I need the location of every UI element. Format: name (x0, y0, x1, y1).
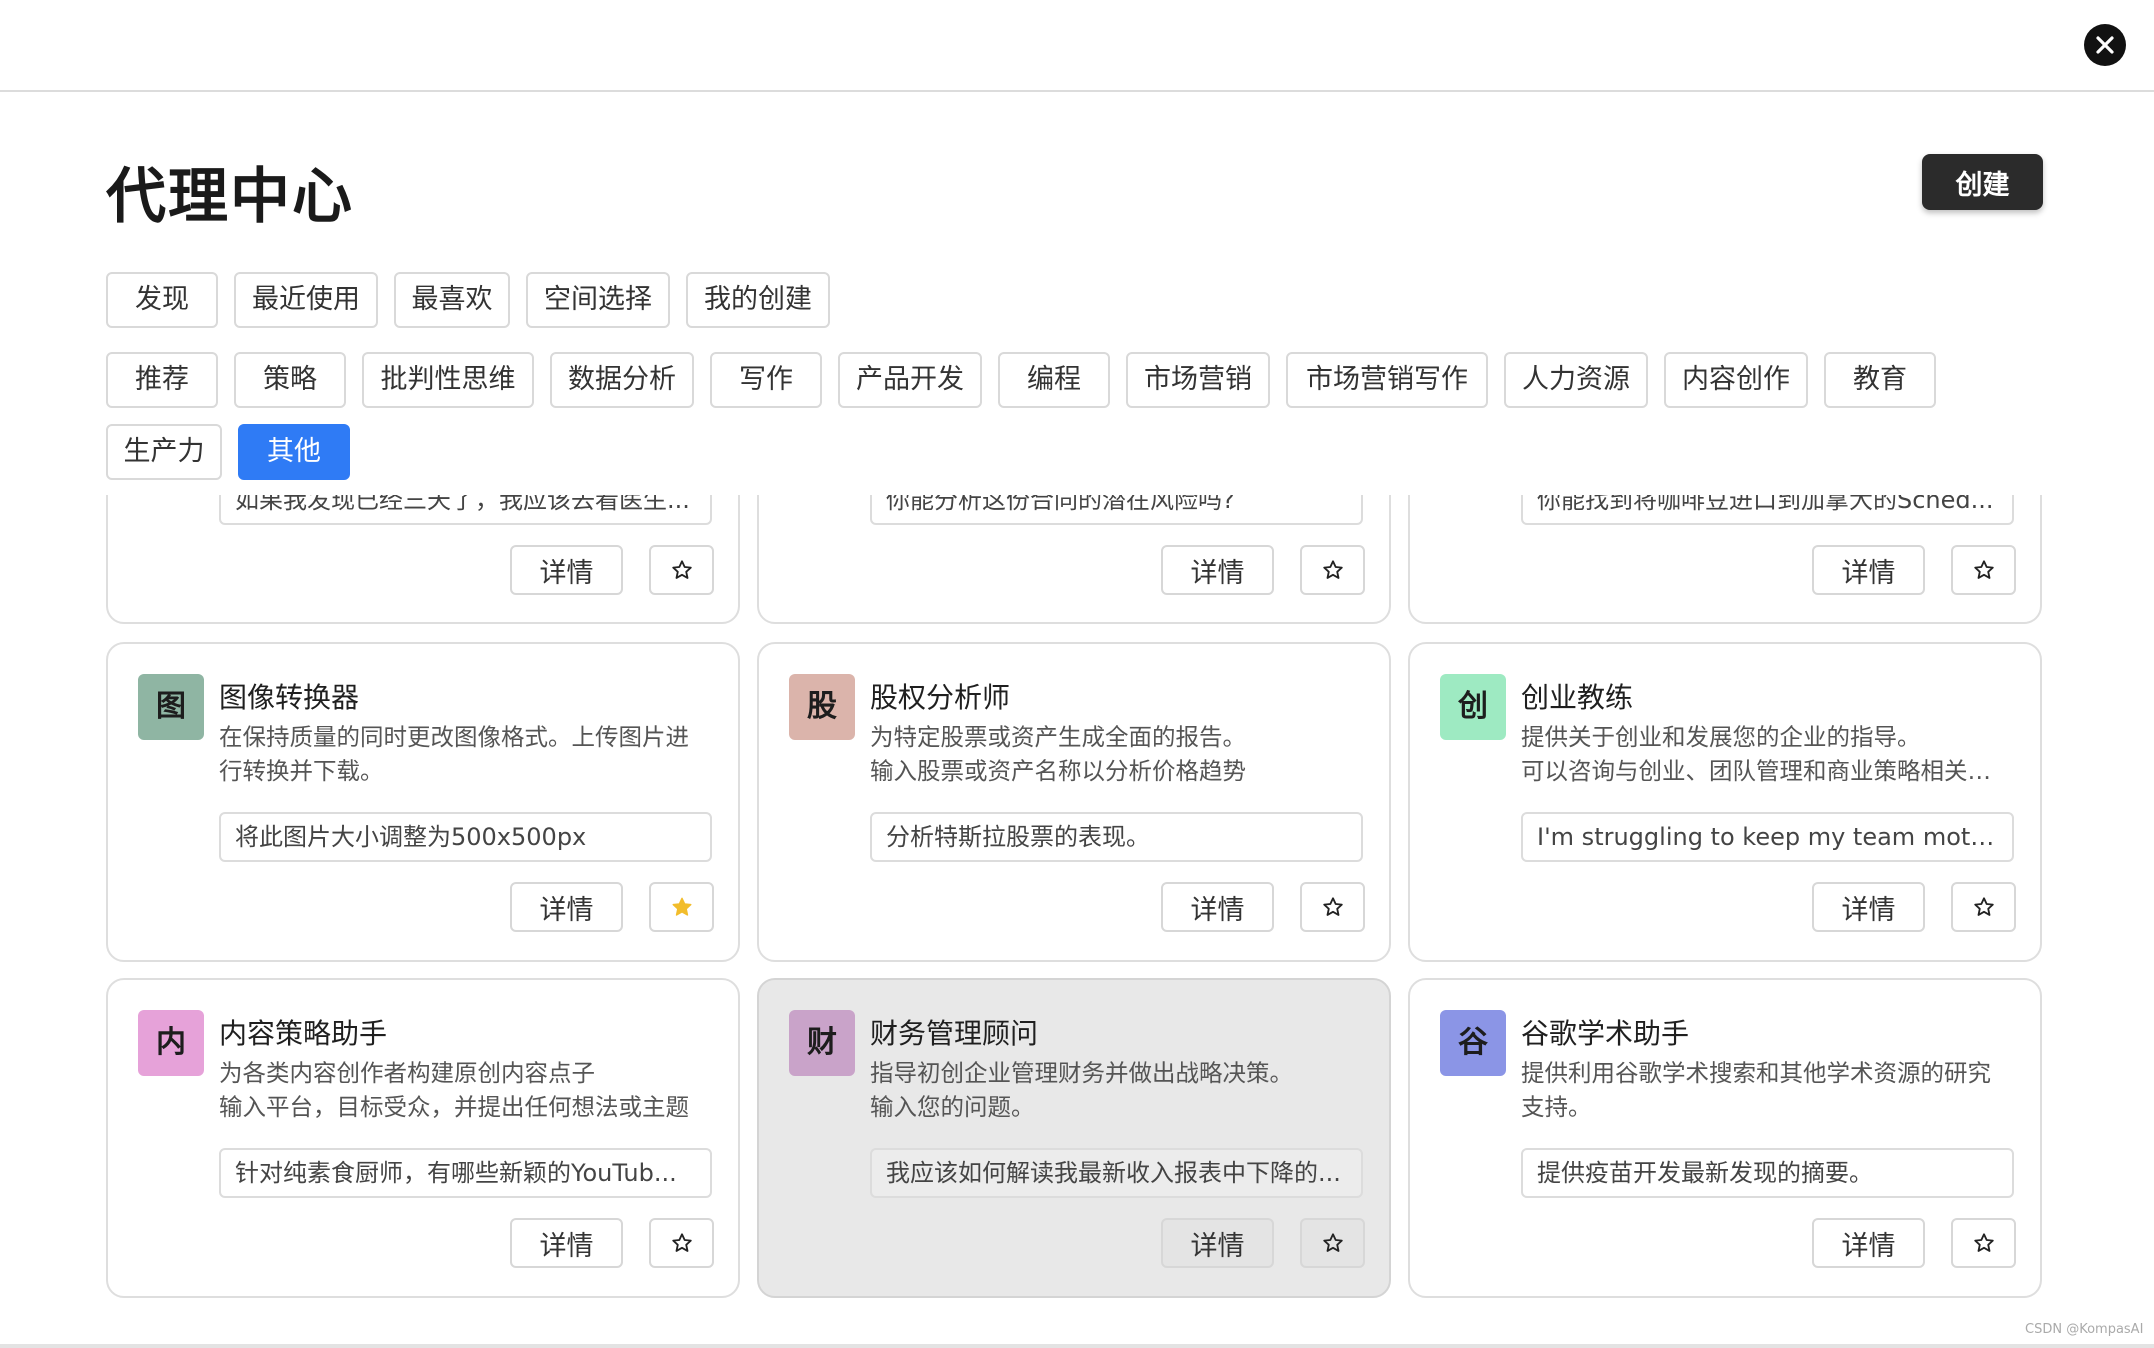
agent-title: 谷歌学术助手 (1521, 1017, 1690, 1050)
tab-discover[interactable]: 发现 (106, 272, 218, 328)
example-prompt[interactable]: 如果我发现已经三天了，我应该去看医生... (219, 495, 712, 525)
agent-description: 提供关于创业和发展您的企业的指导。 可以咨询与创业、团队管理和商业策略相关… (1521, 723, 1991, 785)
agent-card-image-converter[interactable]: 图 图像转换器 在保持质量的同时更改图像格式。上传图片进 行转换并下载。 将此图片… (106, 642, 740, 962)
close-button[interactable] (2084, 24, 2126, 66)
agent-card-list[interactable]: 如果我发现已经三天了，我应该去看医生... 详情 你能分析这份合同的潜在风险吗?… (0, 495, 2154, 1348)
agent-avatar: 创 (1440, 674, 1506, 740)
favorite-button[interactable] (649, 882, 714, 932)
details-button[interactable]: 详情 (510, 545, 623, 595)
favorite-button[interactable] (1951, 1218, 2016, 1268)
agent-description: 为特定股票或资产生成全面的报告。 输入股票或资产名称以分析价格趋势 (870, 723, 1246, 785)
star-outline-icon (1323, 560, 1343, 579)
category-recommended[interactable]: 推荐 (106, 352, 218, 408)
agent-avatar: 内 (138, 1010, 204, 1076)
agent-card-finance-advisor[interactable]: 财 财务管理顾问 指导初创企业管理财务并做出战略决策。 输入您的问题。 我应该如何… (757, 978, 1391, 1298)
modal-top-bar (0, 0, 2154, 92)
agent-title: 创业教练 (1521, 681, 1634, 714)
category-content[interactable]: 内容创作 (1664, 352, 1808, 408)
agent-card[interactable]: 你能分析这份合同的潜在风险吗? 详情 (757, 495, 1391, 624)
agent-card[interactable]: 你能找到将咖啡豆进口到加拿大的Sched... 详情 (1408, 495, 2042, 624)
agent-description: 在保持质量的同时更改图像格式。上传图片进 行转换并下载。 (219, 723, 689, 785)
favorite-button[interactable] (649, 545, 714, 595)
details-button[interactable]: 详情 (510, 882, 623, 932)
category-data-analysis[interactable]: 数据分析 (550, 352, 694, 408)
agent-description: 提供利用谷歌学术搜索和其他学术资源的研究 支持。 (1521, 1059, 1991, 1121)
category-marketing-writing[interactable]: 市场营销写作 (1286, 352, 1488, 408)
details-button[interactable]: 详情 (1161, 545, 1274, 595)
star-outline-icon (1974, 897, 1994, 916)
favorite-button[interactable] (1300, 882, 1365, 932)
details-button[interactable]: 详情 (1161, 1218, 1274, 1268)
tab-recent[interactable]: 最近使用 (234, 272, 378, 328)
page-title: 代理中心 (106, 162, 354, 232)
category-programming[interactable]: 编程 (998, 352, 1110, 408)
example-prompt[interactable]: 针对纯素食厨师，有哪些新颖的YouTub... (219, 1148, 712, 1198)
favorite-button[interactable] (1300, 1218, 1365, 1268)
agent-description: 指导初创企业管理财务并做出战略决策。 输入您的问题。 (870, 1059, 1293, 1121)
agent-title: 图像转换器 (219, 681, 360, 714)
example-prompt[interactable]: 提供疫苗开发最新发现的摘要。 (1521, 1148, 2014, 1198)
close-icon (2096, 36, 2114, 54)
bottom-edge (0, 1344, 2154, 1348)
category-productivity[interactable]: 生产力 (106, 424, 222, 480)
details-button[interactable]: 详情 (1812, 882, 1925, 932)
favorite-button[interactable] (649, 1218, 714, 1268)
agent-description: 为各类内容创作者构建原创内容点子 输入平台，目标受众，并提出任何想法或主题 (219, 1059, 689, 1121)
example-prompt[interactable]: 分析特斯拉股票的表现。 (870, 812, 1363, 862)
agent-card-scholar-assistant[interactable]: 谷 谷歌学术助手 提供利用谷歌学术搜索和其他学术资源的研究 支持。 提供疫苗开发最… (1408, 978, 2042, 1298)
example-prompt[interactable]: I'm struggling to keep my team motiva... (1521, 812, 2014, 862)
category-education[interactable]: 教育 (1824, 352, 1936, 408)
star-outline-icon (1323, 897, 1343, 916)
favorite-button[interactable] (1300, 545, 1365, 595)
tab-my-creations[interactable]: 我的创建 (686, 272, 830, 328)
create-button[interactable]: 创建 (1922, 154, 2043, 210)
agent-card-content-strategy[interactable]: 内 内容策略助手 为各类内容创作者构建原创内容点子 输入平台，目标受众，并提出任何… (106, 978, 740, 1298)
category-writing[interactable]: 写作 (710, 352, 822, 408)
details-button[interactable]: 详情 (1812, 545, 1925, 595)
agent-title: 内容策略助手 (219, 1017, 388, 1050)
agent-title: 财务管理顾问 (870, 1017, 1039, 1050)
star-filled-icon (672, 897, 692, 916)
category-critical-thinking[interactable]: 批判性思维 (362, 352, 534, 408)
agent-card-equity-analyst[interactable]: 股 股权分析师 为特定股票或资产生成全面的报告。 输入股票或资产名称以分析价格趋势… (757, 642, 1391, 962)
agent-card-startup-coach[interactable]: 创 创业教练 提供关于创业和发展您的企业的指导。 可以咨询与创业、团队管理和商业策… (1408, 642, 2042, 962)
watermark: CSDN @KompasAI (2025, 1322, 2144, 1337)
example-prompt[interactable]: 我应该如何解读我最新收入报表中下降的... (870, 1148, 1363, 1198)
star-outline-icon (672, 560, 692, 579)
agent-card[interactable]: 如果我发现已经三天了，我应该去看医生... 详情 (106, 495, 740, 624)
category-product-dev[interactable]: 产品开发 (838, 352, 982, 408)
example-prompt[interactable]: 将此图片大小调整为500x500px (219, 812, 712, 862)
agent-title: 股权分析师 (870, 681, 1011, 714)
favorite-button[interactable] (1951, 545, 2016, 595)
category-marketing[interactable]: 市场营销 (1126, 352, 1270, 408)
details-button[interactable]: 详情 (510, 1218, 623, 1268)
category-strategy[interactable]: 策略 (234, 352, 346, 408)
example-prompt[interactable]: 你能找到将咖啡豆进口到加拿大的Sched... (1521, 495, 2014, 525)
example-prompt[interactable]: 你能分析这份合同的潜在风险吗? (870, 495, 1363, 525)
favorite-button[interactable] (1951, 882, 2016, 932)
category-other[interactable]: 其他 (238, 424, 350, 480)
star-outline-icon (1323, 1233, 1343, 1252)
agent-avatar: 图 (138, 674, 204, 740)
agent-avatar: 财 (789, 1010, 855, 1076)
details-button[interactable]: 详情 (1161, 882, 1274, 932)
star-outline-icon (1974, 560, 1994, 579)
tab-space-select[interactable]: 空间选择 (526, 272, 670, 328)
star-outline-icon (672, 1233, 692, 1252)
details-button[interactable]: 详情 (1812, 1218, 1925, 1268)
category-hr[interactable]: 人力资源 (1504, 352, 1648, 408)
tab-favorites[interactable]: 最喜欢 (394, 272, 510, 328)
agent-avatar: 谷 (1440, 1010, 1506, 1076)
agent-avatar: 股 (789, 674, 855, 740)
star-outline-icon (1974, 1233, 1994, 1252)
